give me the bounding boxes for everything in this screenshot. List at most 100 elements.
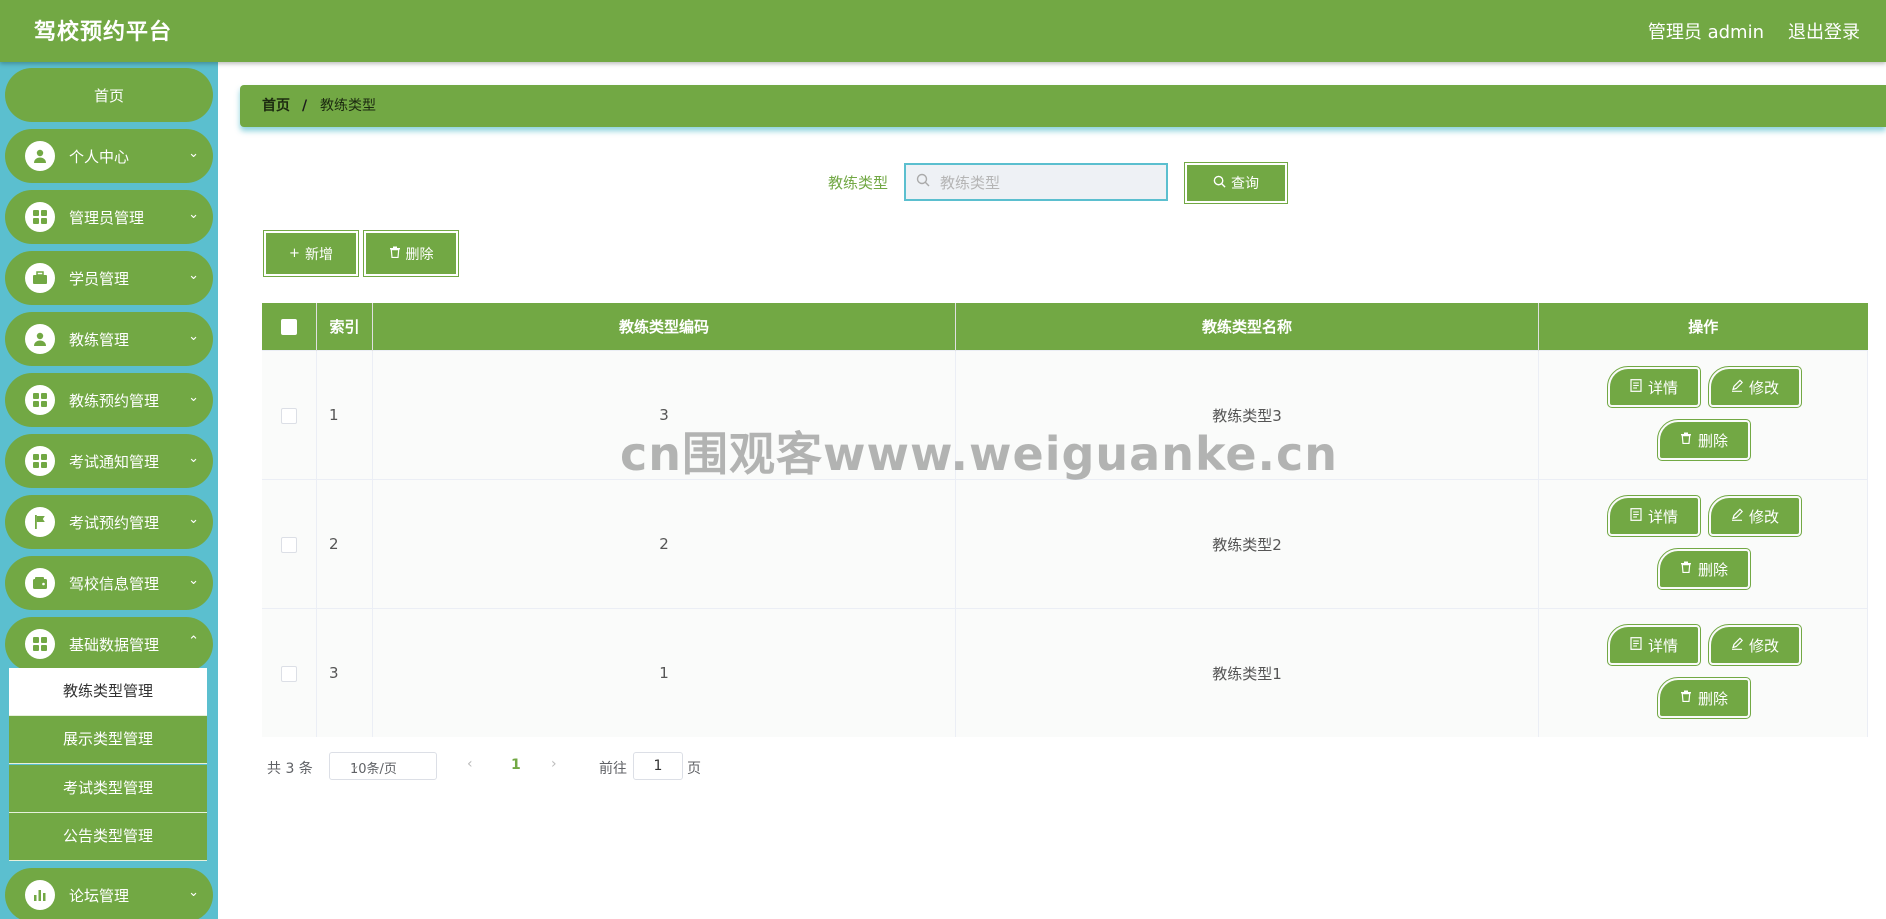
code-cell: 3 — [372, 350, 956, 480]
breadcrumb: 首页 / 教练类型 — [240, 85, 1886, 127]
name-cell: 教练类型2 — [955, 479, 1539, 609]
chevron-down-icon: ⌄ — [188, 390, 199, 405]
pagination-total: 共 3 条 — [267, 761, 313, 777]
code-cell: 1 — [372, 608, 956, 737]
prev-page-icon[interactable]: ‹ — [467, 756, 473, 772]
ops-cell: 详情 修改 删除 — [1538, 479, 1868, 609]
document-icon — [1630, 507, 1642, 525]
index-cell: 2 — [316, 479, 373, 609]
edit-button-label: 修改 — [1748, 507, 1779, 526]
document-icon — [1630, 378, 1642, 396]
row-select-cell — [262, 350, 317, 480]
sidebar-item-exam-notice-management[interactable]: 考试通知管理 ⌄ — [5, 434, 213, 488]
goto-label: 前往 — [599, 761, 627, 777]
add-button[interactable]: + 新增 — [263, 230, 359, 277]
select-all-header — [262, 303, 317, 351]
sidebar-item-label: 教练管理 — [69, 331, 130, 349]
table-row: 2 2 教练类型2 详情 修改 删除 — [262, 479, 1868, 609]
chevron-down-icon: ⌄ — [188, 207, 199, 222]
search-icon — [1213, 175, 1226, 192]
sidebar-item-forum-management[interactable]: 论坛管理 ⌄ — [5, 868, 213, 919]
row-select-cell — [262, 479, 317, 609]
sidebar-subitem-coach-type[interactable]: 教练类型管理 — [9, 668, 207, 716]
row-checkbox[interactable] — [281, 665, 297, 682]
page-size-select[interactable]: 10条/页 ⌄ — [329, 752, 437, 780]
detail-button-label: 详情 — [1647, 378, 1678, 397]
chevron-down-icon: ⌄ — [188, 512, 199, 527]
row-checkbox[interactable] — [281, 407, 297, 424]
search-icon — [916, 173, 930, 191]
sidebar-item-label: 学员管理 — [69, 270, 130, 288]
trash-icon — [1680, 690, 1692, 706]
row-checkbox[interactable] — [281, 536, 297, 553]
logout-link[interactable]: 退出登录 — [1788, 18, 1860, 44]
app-title: 驾校预约平台 — [34, 20, 173, 45]
sidebar-item-label: 基础数据管理 — [69, 636, 160, 654]
sidebar-subitem-display-type[interactable]: 展示类型管理 — [9, 716, 207, 764]
goto-page-input[interactable] — [633, 752, 683, 780]
sidebar-subitem-exam-type[interactable]: 考试类型管理 — [9, 765, 207, 813]
coach-type-table: 索引 教练类型编码 教练类型名称 操作 1 3 教练类型3 详情 修改 删除 2… — [262, 303, 1868, 737]
code-cell: 2 — [372, 479, 956, 609]
search-input[interactable] — [938, 169, 1162, 197]
search-label: 教练类型 — [828, 174, 889, 192]
sidebar-item-home[interactable]: 首页 — [5, 68, 213, 122]
edit-button[interactable]: 修改 — [1708, 624, 1802, 666]
row-actions: 详情 修改 删除 — [1539, 480, 1867, 608]
flag-icon — [25, 507, 55, 537]
breadcrumb-home[interactable]: 首页 — [262, 85, 290, 127]
column-header: 教练类型名称 — [955, 303, 1539, 351]
edit-button[interactable]: 修改 — [1708, 495, 1802, 537]
sidebar-item-label: 考试预约管理 — [69, 514, 160, 532]
chevron-down-icon: ⌄ — [188, 451, 199, 466]
next-page-icon[interactable]: › — [551, 756, 557, 772]
delete-button[interactable]: 删除 — [1657, 419, 1751, 461]
sidebar-item-label: 考试通知管理 — [69, 453, 160, 471]
detail-button[interactable]: 详情 — [1607, 366, 1701, 408]
index-cell: 1 — [316, 350, 373, 480]
grid-icon — [25, 629, 55, 659]
trash-icon — [1680, 561, 1692, 577]
column-header: 教练类型编码 — [372, 303, 956, 351]
detail-button[interactable]: 详情 — [1607, 495, 1701, 537]
detail-button[interactable]: 详情 — [1607, 624, 1701, 666]
delete-button-label: 删除 — [1697, 560, 1728, 579]
edit-button[interactable]: 修改 — [1708, 366, 1802, 408]
sidebar-item-base-data-management[interactable]: 基础数据管理 ⌃ — [5, 617, 213, 671]
grid-icon — [25, 202, 55, 232]
name-cell: 教练类型3 — [955, 350, 1539, 480]
select-all-checkbox[interactable] — [281, 319, 297, 335]
row-actions: 详情 修改 删除 — [1539, 609, 1867, 737]
sidebar-item-label: 个人中心 — [69, 148, 130, 166]
delete-button[interactable]: 删除 — [1657, 548, 1751, 590]
grid-icon — [25, 385, 55, 415]
sidebar: 首页 个人中心 ⌄ 管理员管理 ⌄ 学员管理 ⌄ 教练管理 ⌄ 教练预约管理 ⌄ — [0, 62, 218, 919]
sidebar-item-coach-management[interactable]: 教练管理 ⌄ — [5, 312, 213, 366]
sidebar-item-personal-center[interactable]: 个人中心 ⌄ — [5, 129, 213, 183]
document-icon — [1630, 636, 1642, 654]
column-header: 索引 — [316, 303, 373, 351]
breadcrumb-separator: / — [302, 98, 308, 114]
batch-delete-button[interactable]: 删除 — [363, 230, 459, 277]
edit-icon — [1731, 507, 1744, 525]
sidebar-item-admin-management[interactable]: 管理员管理 ⌄ — [5, 190, 213, 244]
ops-cell: 详情 修改 删除 — [1538, 608, 1868, 737]
sidebar-item-student-management[interactable]: 学员管理 ⌄ — [5, 251, 213, 305]
chevron-down-icon: ⌄ — [188, 885, 199, 900]
name-cell: 教练类型1 — [955, 608, 1539, 737]
column-header: 操作 — [1538, 303, 1868, 351]
sidebar-item-label: 首页 — [93, 87, 124, 105]
query-button[interactable]: 查询 — [1184, 162, 1288, 204]
sidebar-item-coach-booking-management[interactable]: 教练预约管理 ⌄ — [5, 373, 213, 427]
delete-button[interactable]: 删除 — [1657, 677, 1751, 719]
row-actions: 详情 修改 删除 — [1539, 351, 1867, 479]
plus-icon: + — [289, 246, 300, 261]
sidebar-subitem-notice-type[interactable]: 公告类型管理 — [9, 813, 207, 861]
sidebar-item-school-info-management[interactable]: 驾校信息管理 ⌄ — [5, 556, 213, 610]
index-cell: 3 — [316, 608, 373, 737]
sidebar-item-exam-booking-management[interactable]: 考试预约管理 ⌄ — [5, 495, 213, 549]
sidebar-item-label: 管理员管理 — [69, 209, 145, 227]
chevron-down-icon: ⌄ — [188, 329, 199, 344]
page-number-current[interactable]: 1 — [511, 757, 521, 773]
detail-button-label: 详情 — [1647, 636, 1678, 655]
